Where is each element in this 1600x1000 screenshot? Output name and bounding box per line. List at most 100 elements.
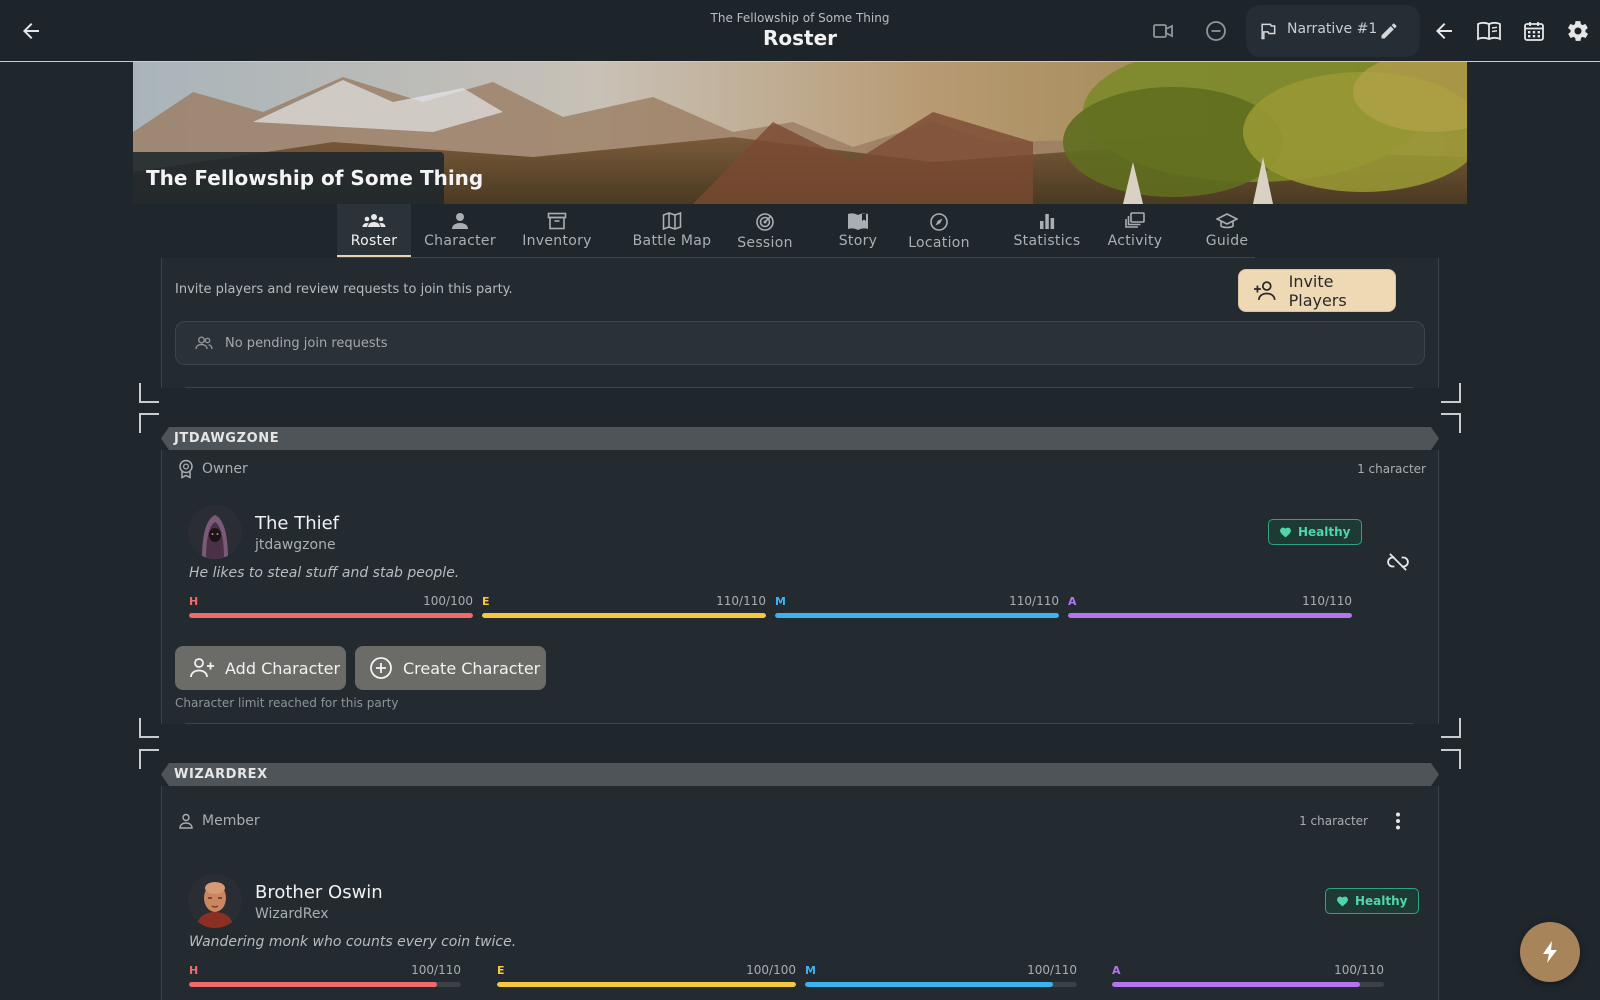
tab-guide[interactable]: Guide <box>1198 204 1256 258</box>
tab-location[interactable]: Location <box>904 204 974 258</box>
stat-bar-fill <box>189 613 473 618</box>
award-badge-icon <box>176 459 196 479</box>
avatar <box>188 874 242 928</box>
heart-icon <box>1280 527 1291 538</box>
stat-bar <box>189 982 461 987</box>
player-name: JTDAWGZONE <box>174 431 280 446</box>
stat-bar-fill <box>1068 613 1352 618</box>
stat-bar <box>1112 982 1384 987</box>
player-role: Member <box>202 813 260 829</box>
character-count: 1 character <box>1357 462 1426 476</box>
radar-icon <box>756 213 774 231</box>
stat-value: 100/110 <box>411 963 461 977</box>
invite-players-button[interactable]: Invite Players <box>1238 269 1396 312</box>
pencil-icon[interactable] <box>1378 20 1400 42</box>
tab-story[interactable]: Story <box>830 204 886 258</box>
stat-value: 110/110 <box>1009 594 1059 608</box>
stat-bar-fill <box>482 613 766 618</box>
stat-bar <box>497 982 796 987</box>
narrative-label[interactable]: Narrative #1 <box>1287 21 1377 37</box>
create-character-label: Create Character <box>403 658 541 678</box>
back-arrow-icon[interactable] <box>1430 17 1458 45</box>
stat-value: 110/110 <box>716 594 766 608</box>
corner-bracket <box>1441 383 1461 403</box>
character-description: Wandering monk who counts every coin twi… <box>189 934 517 950</box>
people-icon <box>194 335 214 351</box>
compass-icon <box>930 213 948 231</box>
stat-bar <box>189 613 473 618</box>
status-text: Healthy <box>1298 525 1351 539</box>
stat-bar <box>775 613 1059 618</box>
plus-circle-icon <box>370 657 392 679</box>
player-group-header <box>161 763 1439 786</box>
calendar-icon[interactable] <box>1520 17 1548 45</box>
player-role: Owner <box>202 461 248 477</box>
tab-inventory[interactable]: Inventory <box>514 204 600 258</box>
person-add-icon <box>1253 280 1276 300</box>
add-character-button[interactable]: Add Character <box>175 646 346 690</box>
player-panel <box>161 450 1439 724</box>
add-character-label: Add Character <box>225 658 341 678</box>
tab-statistics[interactable]: Statistics <box>1010 204 1084 258</box>
tab-character[interactable]: Character <box>418 204 502 258</box>
stat-value: 100/110 <box>1334 963 1384 977</box>
gear-icon[interactable] <box>1564 17 1592 45</box>
stat-bar-fill <box>1112 982 1360 987</box>
map-icon <box>662 212 682 230</box>
invite-players-label: Invite Players <box>1288 271 1347 310</box>
tab-label: Battle Map <box>632 233 712 249</box>
lightning-icon <box>1543 941 1557 963</box>
graduation-cap-icon <box>1216 213 1238 229</box>
create-character-button[interactable]: Create Character <box>355 646 546 690</box>
roster-icon <box>362 214 386 227</box>
avatar <box>188 505 242 559</box>
corner-bracket <box>139 383 159 403</box>
stat-value: 100/100 <box>423 594 473 608</box>
person-outline-icon <box>176 812 196 830</box>
corner-bracket <box>139 718 159 738</box>
flag-icon <box>1257 20 1279 42</box>
stat-bar-fill <box>805 982 1053 987</box>
stat-bar <box>1068 613 1352 618</box>
status-text: Healthy <box>1355 894 1408 908</box>
bar-chart-icon <box>1040 214 1055 229</box>
corner-bracket <box>1441 413 1461 433</box>
quick-action-button[interactable] <box>1520 922 1580 982</box>
player-name: WIZARDREX <box>174 767 268 782</box>
character-count: 1 character <box>1299 814 1368 828</box>
stat-bar <box>482 613 766 618</box>
more-vertical-icon[interactable] <box>1386 810 1410 832</box>
activity-stack-icon <box>1125 212 1145 228</box>
tab-label: Session <box>737 235 793 251</box>
heart-icon <box>1337 896 1348 907</box>
player-group-header <box>161 427 1439 450</box>
section-divider <box>185 723 1413 724</box>
stat-bar-fill <box>189 982 437 987</box>
stat-bar-fill <box>775 613 1059 618</box>
character-limit-text: Character limit reached for this party <box>175 696 399 710</box>
video-camera-icon[interactable] <box>1149 17 1177 45</box>
status-badge: Healthy <box>1325 888 1419 914</box>
minus-circle-icon[interactable] <box>1202 17 1230 45</box>
tab-label: Roster <box>350 233 398 249</box>
party-name: The Fellowship of Some Thing <box>146 166 484 190</box>
character-description: He likes to steal stuff and stab people. <box>189 565 460 581</box>
unlink-icon[interactable] <box>1386 552 1410 572</box>
corner-bracket <box>139 749 159 769</box>
corner-bracket <box>1441 718 1461 738</box>
story-book-icon <box>848 213 868 230</box>
tab-activity[interactable]: Activity <box>1106 204 1164 258</box>
book-open-icon[interactable] <box>1474 17 1504 45</box>
tab-label: Inventory <box>522 233 592 249</box>
top-bar: The Fellowship of Some Thing Roster Narr… <box>0 0 1600 62</box>
tab-roster[interactable]: Roster <box>337 204 411 258</box>
tab-label: Statistics <box>1013 233 1081 249</box>
stat-bar-fill <box>497 982 796 987</box>
tab-label: Guide <box>1205 233 1249 249</box>
character-name[interactable]: The Thief <box>255 513 339 534</box>
archive-icon <box>547 212 567 230</box>
pending-requests-text: No pending join requests <box>225 336 388 351</box>
character-name[interactable]: Brother Oswin <box>255 882 383 903</box>
tab-session[interactable]: Session <box>733 204 797 258</box>
tab-battle-map[interactable]: Battle Map <box>628 204 716 258</box>
